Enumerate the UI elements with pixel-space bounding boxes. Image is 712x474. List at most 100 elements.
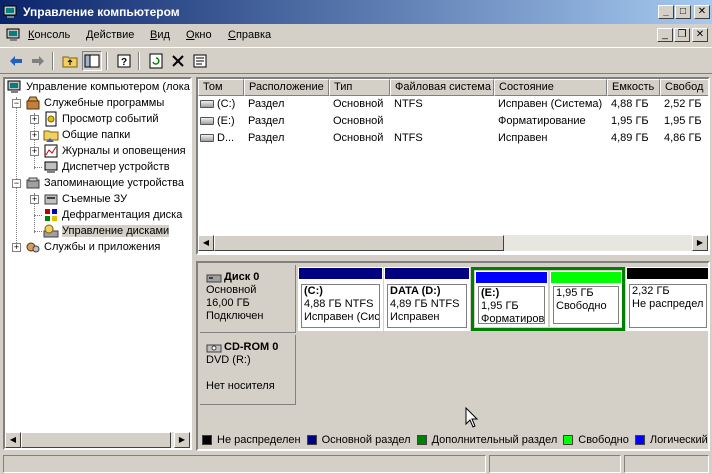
tree-item-device-manager[interactable]: Диспетчер устройств bbox=[43, 159, 170, 175]
unallocated-space[interactable]: 2,32 ГБ Не распредел bbox=[626, 267, 708, 331]
tree-connector bbox=[16, 97, 17, 247]
partition-state: Исправен (Сис bbox=[304, 311, 380, 323]
legend-item-primary: Основной раздел bbox=[306, 434, 411, 446]
partition-name: (E:) bbox=[481, 287, 500, 299]
cell-type: Основной bbox=[333, 115, 384, 127]
cell-volume: D... bbox=[200, 132, 234, 144]
cdrom-status: Нет носителя bbox=[206, 380, 275, 392]
cdrom-type: DVD (R:) bbox=[206, 354, 251, 366]
tree-item-services-apps[interactable]: Службы и приложения bbox=[25, 239, 160, 255]
disk-name: Диск 0 bbox=[224, 271, 260, 283]
partition-size: 1,95 ГБ bbox=[556, 287, 594, 299]
cell-status: Исправен bbox=[498, 132, 548, 144]
minimize-button[interactable]: _ bbox=[658, 5, 674, 19]
console-window-icon[interactable] bbox=[6, 27, 22, 43]
mdi-close-button[interactable]: ✕ bbox=[692, 28, 708, 42]
help-button[interactable]: ? bbox=[114, 51, 134, 71]
cell-file-system: NTFS bbox=[394, 98, 423, 110]
partition-state: Форматиров bbox=[481, 313, 545, 324]
partition-size: 4,89 ГБ NTFS bbox=[390, 298, 460, 310]
collapse-toggle[interactable]: − bbox=[12, 179, 21, 188]
scroll-thumb[interactable] bbox=[214, 235, 504, 251]
refresh-button[interactable] bbox=[146, 51, 166, 71]
free-space[interactable]: 1,95 ГБ Свободно bbox=[550, 271, 622, 327]
properties-button[interactable] bbox=[190, 51, 210, 71]
column-header-type[interactable]: Тип bbox=[329, 79, 390, 96]
table-row[interactable]: (E:) Раздел Основной Форматирование 1,95… bbox=[198, 113, 708, 130]
column-header-free[interactable]: Свобод bbox=[660, 79, 708, 96]
table-row[interactable]: (C:) Раздел Основной NTFS Исправен (Сист… bbox=[198, 96, 708, 113]
scroll-thumb[interactable] bbox=[21, 432, 171, 448]
menu-action[interactable]: Действие bbox=[86, 29, 134, 41]
partition-color-bar bbox=[385, 268, 469, 279]
delete-button[interactable] bbox=[168, 51, 188, 71]
toolbar: ? bbox=[0, 47, 712, 74]
computer-management-icon bbox=[3, 5, 17, 18]
volume-list-horizontal-scrollbar[interactable]: ◀ ▶ bbox=[198, 235, 708, 251]
menu-window[interactable]: Окно bbox=[186, 29, 212, 41]
services-icon bbox=[26, 242, 40, 253]
scroll-right-button[interactable]: ▶ bbox=[174, 432, 190, 448]
legend-label: Свободно bbox=[578, 434, 629, 446]
column-header-capacity[interactable]: Емкость bbox=[607, 79, 660, 96]
menu-help[interactable]: Справка bbox=[228, 29, 271, 41]
title-bar: Управление компьютером _ □ ✕ bbox=[0, 0, 712, 24]
show-hide-tree-button[interactable] bbox=[82, 51, 102, 71]
tree-item-shared-folders[interactable]: Общие папки bbox=[43, 127, 130, 143]
forward-button[interactable] bbox=[28, 51, 48, 71]
storage-icon bbox=[26, 177, 40, 189]
column-header-layout[interactable]: Расположение bbox=[244, 79, 329, 96]
expand-toggle[interactable]: + bbox=[30, 131, 39, 140]
collapse-toggle[interactable]: − bbox=[12, 99, 21, 108]
tree-item-event-viewer[interactable]: Просмотр событий bbox=[43, 111, 159, 127]
close-button[interactable]: ✕ bbox=[694, 5, 710, 19]
defragmenter-icon bbox=[45, 209, 57, 221]
disk-status: Подключен bbox=[206, 310, 264, 322]
tree-item-logs-alerts[interactable]: Журналы и оповещения bbox=[43, 143, 186, 159]
cell-free: 2,52 ГБ bbox=[664, 98, 702, 110]
partition-c[interactable]: (C:) 4,88 ГБ NTFS Исправен (Сис bbox=[298, 267, 383, 331]
tree-label: Съемные ЗУ bbox=[62, 193, 128, 205]
mdi-minimize-button[interactable]: _ bbox=[657, 28, 673, 42]
column-header-status[interactable]: Состояние bbox=[494, 79, 607, 96]
menu-view[interactable]: Вид bbox=[150, 29, 170, 41]
column-header-file-system[interactable]: Файловая система bbox=[390, 79, 494, 96]
expand-toggle[interactable]: + bbox=[30, 195, 39, 204]
disk-type: Основной bbox=[206, 284, 257, 296]
cdrom-0-label[interactable]: CD-ROM 0 DVD (R:) Нет носителя bbox=[200, 335, 296, 405]
scroll-left-button[interactable]: ◀ bbox=[5, 432, 21, 448]
expand-toggle[interactable]: + bbox=[30, 147, 39, 156]
legend-label: Не распределен bbox=[217, 434, 301, 446]
tree-item-defrag[interactable]: Дефрагментация диска bbox=[43, 207, 182, 223]
cell-layout: Раздел bbox=[248, 98, 285, 110]
scroll-right-button[interactable]: ▶ bbox=[692, 235, 708, 251]
table-row[interactable]: D... Раздел Основной NTFS Исправен 4,89 … bbox=[198, 130, 708, 147]
hard-drive-icon bbox=[200, 134, 214, 143]
tree-item-disk-management[interactable]: Управление дисками bbox=[43, 223, 170, 239]
partition-e[interactable]: (E:) 1,95 ГБ Форматиров bbox=[475, 271, 548, 327]
extended-partition[interactable]: (E:) 1,95 ГБ Форматиров 1,95 ГБ Свободно bbox=[471, 267, 625, 331]
tree-horizontal-scrollbar[interactable]: ◀ ▶ bbox=[5, 432, 190, 448]
legend-swatch bbox=[563, 435, 574, 445]
menu-console[interactable]: Консоль bbox=[28, 29, 70, 41]
expand-toggle[interactable]: + bbox=[30, 115, 39, 124]
tree-connector bbox=[34, 215, 42, 216]
tree-item-removable[interactable]: Съемные ЗУ bbox=[43, 191, 127, 207]
expand-toggle[interactable]: + bbox=[12, 243, 21, 252]
toolbar-separator bbox=[106, 52, 108, 70]
tree-item-storage[interactable]: Запоминающие устройства bbox=[25, 175, 184, 191]
cell-file-system: NTFS bbox=[394, 132, 423, 144]
tree-item-system-tools[interactable]: Служебные программы bbox=[25, 95, 164, 111]
maximize-button[interactable]: □ bbox=[675, 5, 691, 19]
scroll-left-button[interactable]: ◀ bbox=[198, 235, 214, 251]
tree-label: Служебные программы bbox=[44, 97, 165, 109]
up-level-button[interactable] bbox=[60, 51, 80, 71]
disk-0-label[interactable]: Диск 0 Основной 16,00 ГБ Подключен bbox=[200, 265, 296, 333]
tree-item-root[interactable]: Управление компьютером (лока bbox=[7, 79, 190, 95]
back-button[interactable] bbox=[6, 51, 26, 71]
event-viewer-icon bbox=[45, 111, 57, 127]
partition-d[interactable]: DATA (D:) 4,89 ГБ NTFS Исправен bbox=[384, 267, 470, 331]
column-header-volume[interactable]: Том bbox=[198, 79, 244, 96]
cell-type: Основной bbox=[333, 132, 384, 144]
mdi-restore-button[interactable]: ❐ bbox=[674, 28, 690, 42]
